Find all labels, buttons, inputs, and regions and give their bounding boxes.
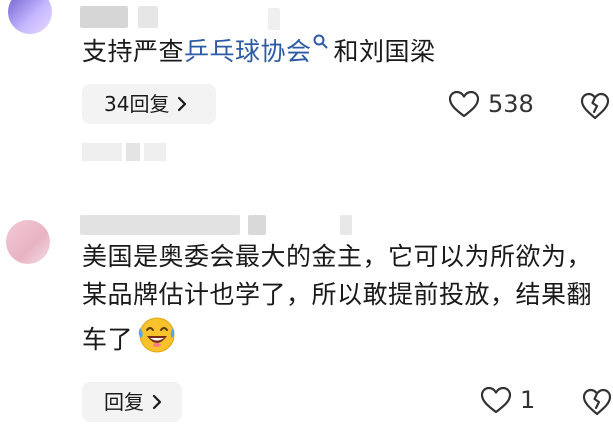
comment-text: 美国是奥委会最大的金主，它可以为所欲为，某品牌估计也学了，所以敢提前投放，结果翻… <box>82 238 610 359</box>
heart-outline-icon <box>448 90 480 118</box>
search-icon <box>313 34 328 49</box>
comment-text-start: 支持严查 <box>82 37 185 66</box>
like-button[interactable]: 1 <box>480 386 535 414</box>
username-blurred <box>268 8 280 30</box>
broken-heart-icon[interactable] <box>582 388 612 416</box>
like-count: 1 <box>520 386 536 414</box>
topic-link-label: 乒乓球协会 <box>184 37 312 66</box>
reply-button[interactable]: 34回复 <box>82 84 216 124</box>
comment-item: 支持严查乒乓球协会 和刘国梁 34回复 538 <box>0 0 613 180</box>
username-blurred <box>248 215 266 235</box>
avatar[interactable] <box>8 0 52 34</box>
reply-preview-blurred <box>82 143 172 161</box>
topic-link[interactable]: 乒乓球协会 <box>184 34 334 66</box>
chevron-right-icon <box>152 394 162 410</box>
chevron-right-icon <box>178 96 187 112</box>
username-blurred <box>80 6 128 28</box>
comment-item: 美国是奥委会最大的金主，它可以为所欲为，某品牌估计也学了，所以敢提前投放，结果翻… <box>0 205 613 440</box>
comment-text: 支持严查乒乓球协会 和刘国梁 <box>82 33 436 71</box>
heart-outline-icon <box>480 386 512 414</box>
reply-button[interactable]: 回复 <box>82 382 182 422</box>
comment-text-end: 和刘国梁 <box>333 37 436 66</box>
laughing-crying-emoji <box>138 317 175 353</box>
like-count: 538 <box>488 90 534 118</box>
avatar[interactable] <box>6 220 50 264</box>
broken-heart-icon[interactable] <box>580 92 610 120</box>
username-blurred <box>138 6 158 28</box>
reply-button-label: 34回复 <box>104 92 170 116</box>
like-button[interactable]: 538 <box>448 90 534 118</box>
username-blurred <box>80 215 240 235</box>
username-blurred <box>340 215 352 235</box>
reply-button-label: 回复 <box>104 390 144 414</box>
